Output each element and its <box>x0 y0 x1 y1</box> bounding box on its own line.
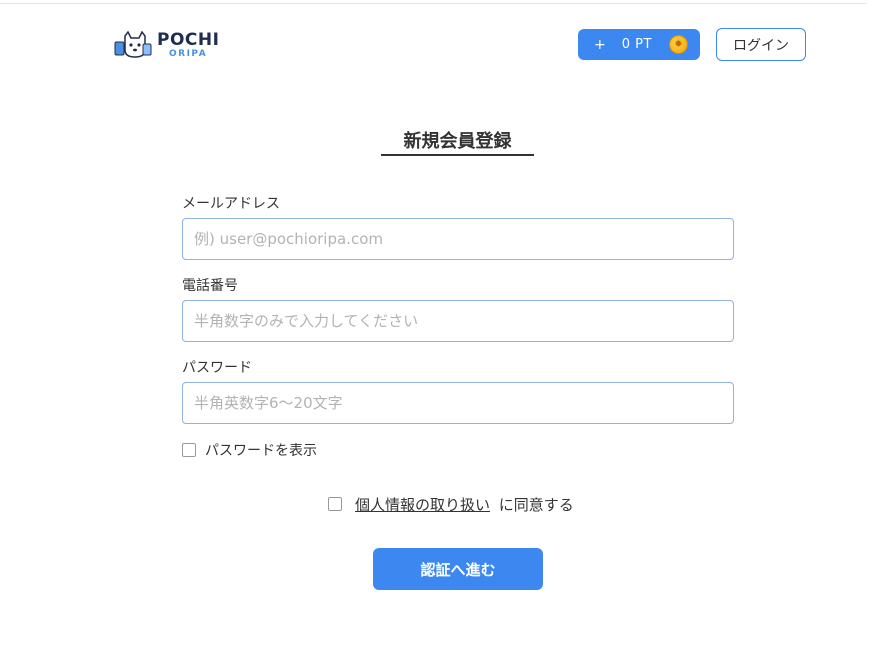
show-password-checkbox[interactable] <box>182 443 196 457</box>
pochi-oripa-logo[interactable]: POCHI ORIPA <box>113 28 223 62</box>
dog-mascot-icon <box>113 30 155 60</box>
login-button[interactable]: ログイン <box>716 28 806 61</box>
email-input[interactable] <box>182 218 734 260</box>
logo-sub-text: ORIPA <box>169 48 208 59</box>
privacy-policy-link[interactable]: 個人情報の取り扱い <box>355 496 490 514</box>
privacy-agree-suffix: に同意する <box>498 496 574 514</box>
phone-input[interactable] <box>182 300 734 342</box>
proceed-to-verification-button[interactable]: 認証へ進む <box>373 548 543 590</box>
coin-icon: ✹ <box>669 35 688 54</box>
plus-icon: + <box>594 36 606 53</box>
page-title: 新規会員登録 <box>403 131 512 152</box>
privacy-agree-checkbox[interactable] <box>328 497 342 511</box>
email-label: メールアドレス <box>182 196 280 212</box>
show-password-label[interactable]: パスワードを表示 <box>205 440 317 460</box>
password-label: パスワード <box>182 360 252 376</box>
privacy-agree-row: 個人情報の取り扱い に同意する <box>355 494 574 515</box>
top-divider <box>0 3 866 4</box>
add-points-button[interactable]: + 0 PT ✹ <box>578 29 700 60</box>
password-input[interactable] <box>182 382 734 424</box>
title-underline <box>381 154 534 156</box>
logo-main-text: POCHI <box>157 29 220 50</box>
phone-label: 電話番号 <box>182 278 238 294</box>
points-balance: 0 PT <box>621 37 652 52</box>
